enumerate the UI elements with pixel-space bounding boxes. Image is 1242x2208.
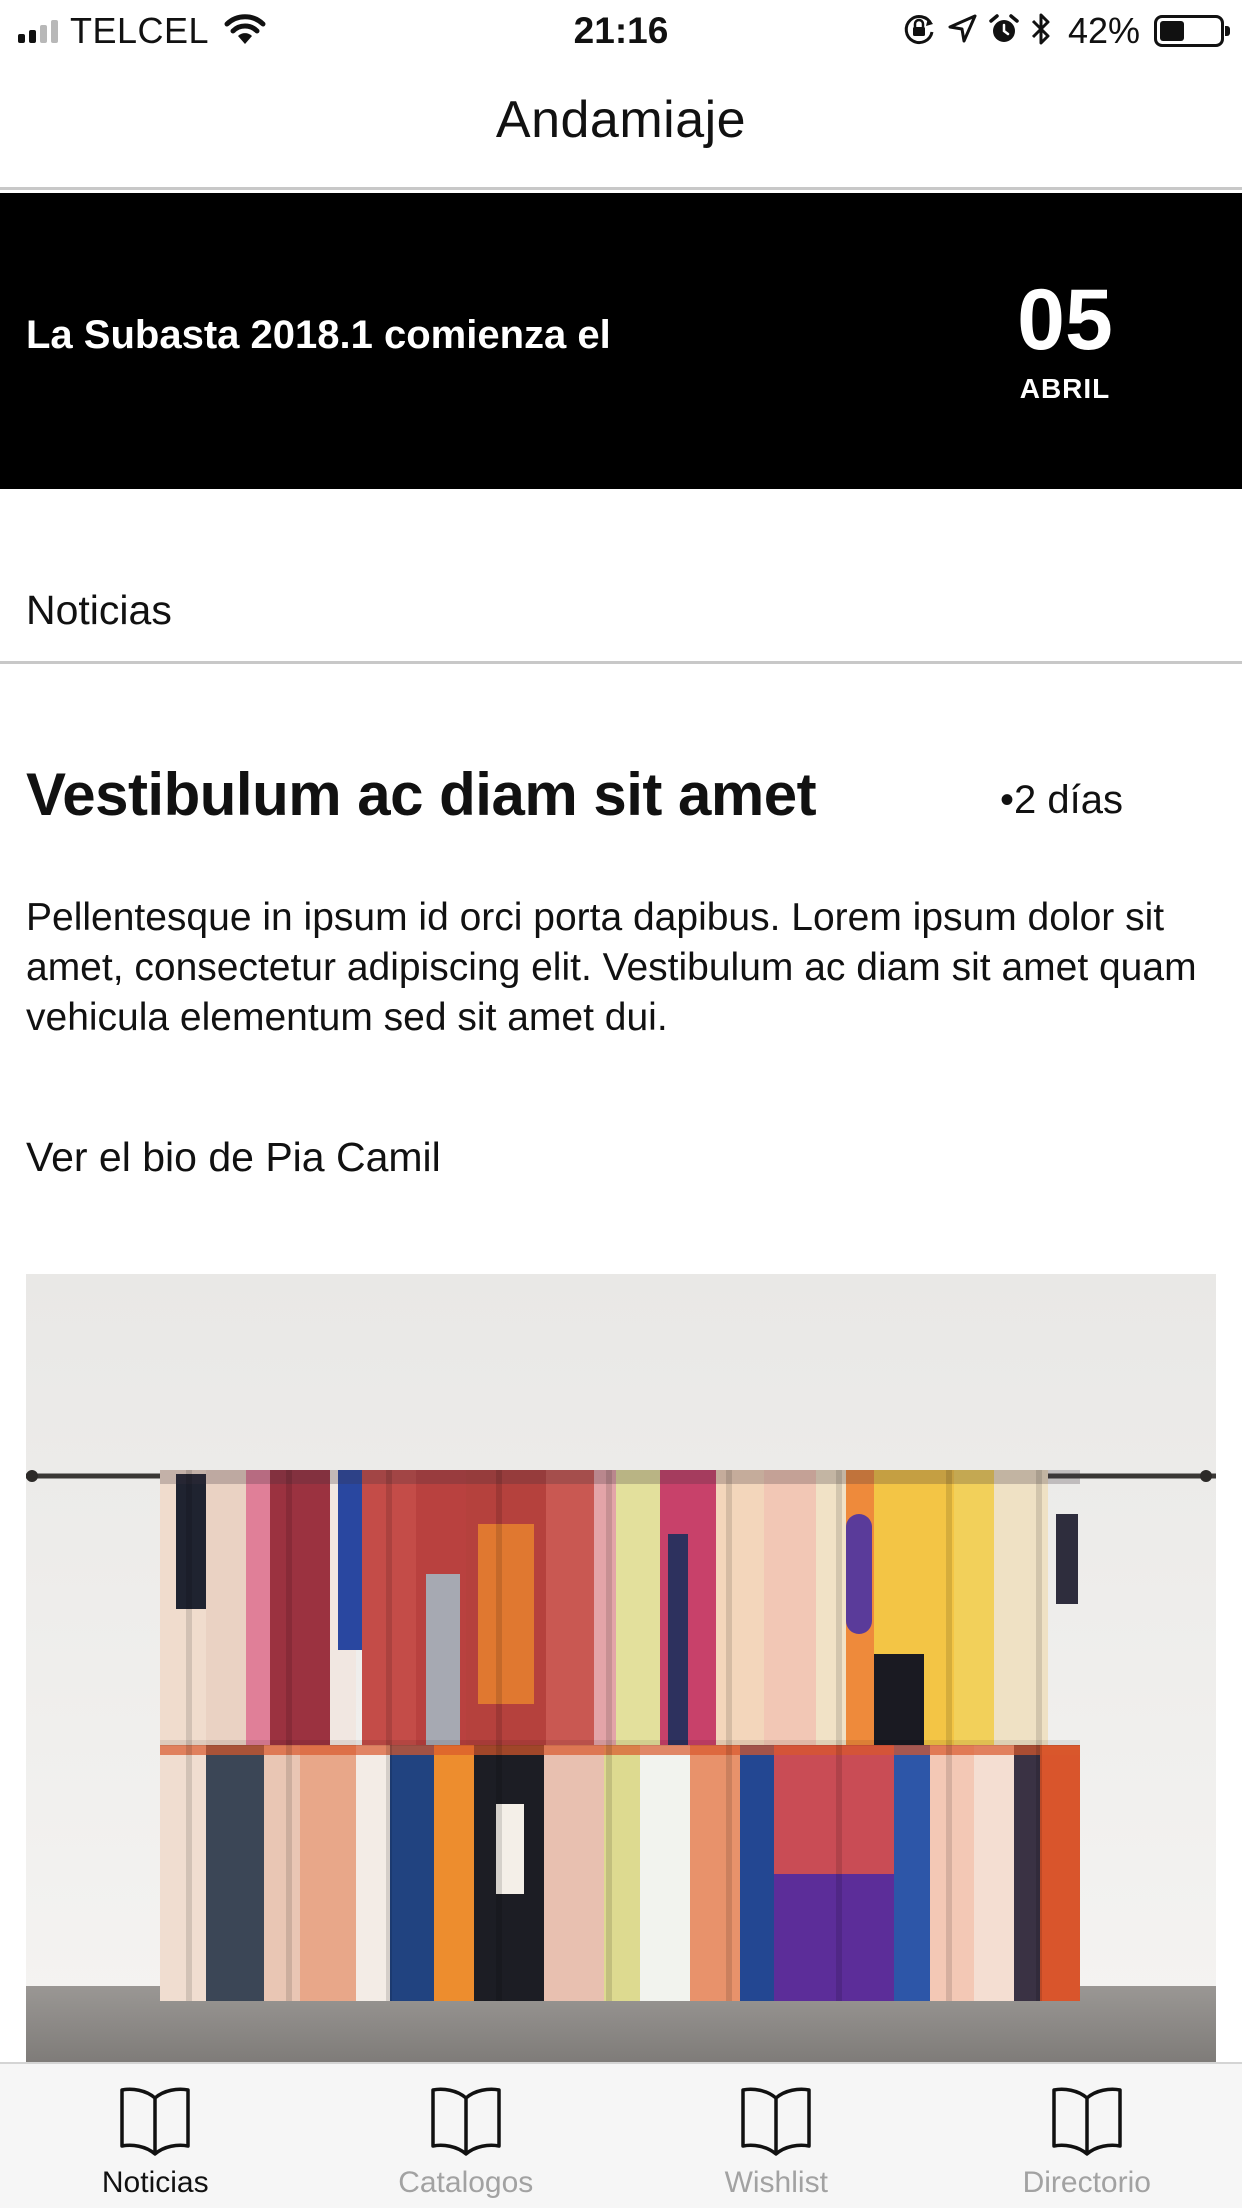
tab-catalogos[interactable]: Catalogos [311,2064,622,2208]
banner-day: 05 [1017,272,1113,368]
section-title: Noticias [26,587,172,633]
book-icon [1052,2087,1122,2156]
tab-label: Directorio [1022,2166,1151,2199]
rotation-lock-icon [902,12,936,51]
article-title[interactable]: Vestibulum ac diam sit amet [26,760,817,829]
alarm-icon [988,13,1020,50]
tab-bar: Noticias Catalogos Wishlist Directorio [0,2062,1242,2208]
banner-month: ABRIL [1019,373,1111,404]
battery-percent: 42% [1067,10,1140,51]
book-icon [120,2087,190,2156]
tab-label: Catalogos [398,2166,534,2199]
tab-label: Wishlist [724,2166,828,2199]
article-age: •2 días [1000,778,1123,822]
book-icon [431,2087,501,2156]
battery-icon [1154,15,1230,47]
tab-directorio[interactable]: Directorio [932,2064,1242,2208]
tab-noticias[interactable]: Noticias [0,2064,311,2208]
auction-banner[interactable]: La Subasta 2018.1 comienza el 05 ABRIL [0,193,1242,489]
book-icon [741,2087,811,2156]
battery-fill [1160,21,1184,41]
bluetooth-icon [1030,11,1052,52]
tab-label: Noticias [101,2166,209,2199]
location-arrow-icon [946,13,978,50]
status-bar: TELCEL 21:16 42% [0,0,1242,62]
banner-text: La Subasta 2018.1 comienza el [26,313,611,357]
article-body: Pellentesque in ipsum id orci porta dapi… [26,896,1197,1039]
app-title: Andamiaje [495,91,747,149]
navigation-bar: Andamiaje [0,62,1242,190]
status-right: 42% [902,8,1230,54]
section-header: Noticias [0,489,1242,664]
tab-wishlist[interactable]: Wishlist [621,2064,932,2208]
artwork-photo[interactable] [26,1274,1216,2064]
artist-bio-link[interactable]: Ver el bio de Pia Camil [26,1134,441,1181]
